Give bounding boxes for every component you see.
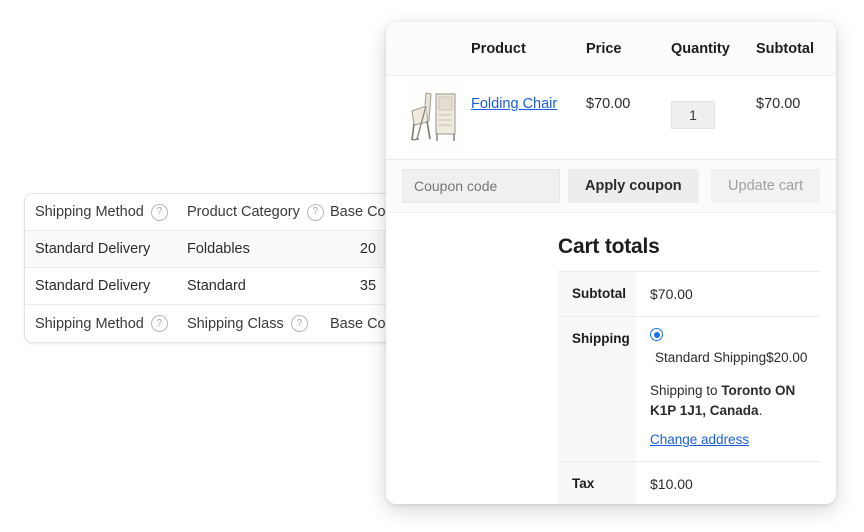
cart-item-subtotal: $70.00 (756, 96, 801, 112)
shipping-destination: Shipping to Toronto ON K1P 1J1, Canada. (650, 381, 820, 420)
cart-item-thumbnail-cell (386, 85, 471, 147)
tax-value: $10.00 (650, 476, 693, 493)
header-shipping-method-b: Shipping Method ? (25, 315, 177, 332)
help-circle-icon[interactable]: ? (290, 315, 308, 332)
update-cart-button[interactable]: Update cart (711, 169, 820, 203)
header-shipping-method-a: Shipping Method ? (25, 203, 177, 221)
cart-table-header: Product Price Quantity Subtotal (386, 22, 836, 76)
apply-coupon-button[interactable]: Apply coupon (568, 169, 699, 203)
cell-product-category: Standard (187, 278, 246, 294)
header-price: Price (586, 40, 622, 57)
cell-shipping-method: Standard Delivery (35, 278, 151, 294)
coupon-code-input[interactable] (402, 169, 560, 203)
shipping-to-prefix: Shipping to (650, 383, 722, 399)
help-circle-icon[interactable]: ? (150, 315, 168, 332)
totals-row-shipping: Shipping Standard Shipping$20.00 Shippin… (558, 317, 820, 463)
help-circle-icon[interactable]: ? (150, 203, 168, 221)
header-product-category: Product Category ? (177, 203, 324, 221)
radio-standard-shipping[interactable] (650, 328, 663, 341)
cart-panel: Product Price Quantity Subtotal Folding … (386, 22, 836, 504)
quantity-input[interactable]: 1 (671, 101, 715, 129)
coupon-bar: Apply coupon Update cart (386, 160, 836, 213)
cart-item-price: $70.00 (586, 96, 631, 112)
header-product: Product (471, 40, 526, 57)
header-shipping-class: Shipping Class ? (177, 315, 320, 332)
cell-product-category: Foldables (187, 241, 250, 257)
header-label: Shipping Method (35, 204, 144, 220)
subtotal-label: Subtotal (558, 272, 636, 316)
header-quantity: Quantity (671, 40, 730, 57)
cart-item-name-cell: Folding Chair (471, 85, 586, 112)
subtotal-value: $70.00 (650, 286, 693, 302)
header-subtotal: Subtotal (756, 40, 814, 57)
shipping-to-suffix: . (758, 402, 763, 418)
shipping-options-cell: Standard Shipping$20.00 Shipping to Toro… (636, 317, 820, 461)
tax-label: Tax (558, 462, 636, 504)
change-address-link[interactable]: Change address (650, 432, 749, 447)
totals-row-tax: Tax $10.00 (558, 462, 820, 504)
cell-shipping-method: Standard Delivery (35, 241, 151, 257)
cart-totals-title: Cart totals (558, 235, 660, 258)
shipping-label: Shipping (558, 317, 636, 462)
shipping-method-label: Standard Shipping$20.00 (655, 350, 808, 365)
folding-chair-product-image[interactable] (406, 85, 462, 147)
cart-item-quantity-cell: 1 (671, 85, 756, 129)
header-label: Shipping Method (35, 315, 144, 332)
product-link[interactable]: Folding Chair (471, 96, 557, 112)
totals-row-subtotal: Subtotal $70.00 (558, 272, 820, 317)
header-label: Shipping Class (187, 315, 284, 332)
cart-totals-section: Cart totals Subtotal $70.00 Shipping Sta… (386, 213, 836, 504)
cart-totals-table: Subtotal $70.00 Shipping Standard Shippi… (558, 271, 820, 504)
header-label: Product Category (187, 204, 300, 220)
cart-item-row: Folding Chair $70.00 1 $70.00 (386, 76, 836, 160)
shipping-method-option[interactable]: Standard Shipping$20.00 (650, 328, 820, 368)
